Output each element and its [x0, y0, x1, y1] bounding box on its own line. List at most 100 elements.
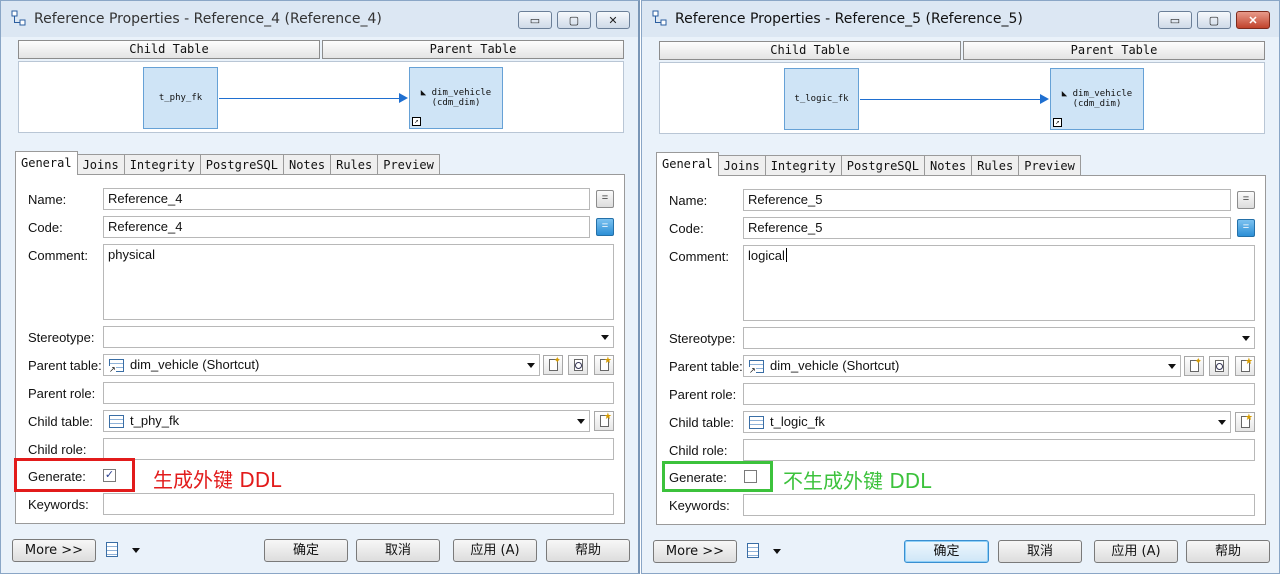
browse-parent-button[interactable] [1209, 356, 1229, 376]
parent-table-header[interactable]: Parent Table [963, 41, 1265, 60]
child-role-input[interactable] [103, 438, 614, 460]
parent-entity-box[interactable]: ◣ dim_vehicle (cdm_dim) ↗ [1050, 68, 1144, 130]
menu-dropdown-icon[interactable] [132, 548, 140, 553]
cancel-button[interactable]: 取消 [998, 540, 1082, 563]
tab-strip: General Joins Integrity PostgreSQL Notes… [15, 151, 440, 175]
child-table-header[interactable]: Child Table [659, 41, 961, 60]
parent-table-value: dim_vehicle (Shortcut) [130, 357, 260, 372]
keywords-input[interactable] [743, 494, 1255, 516]
stereotype-select[interactable] [743, 327, 1255, 349]
child-properties-button[interactable]: ★ [594, 411, 614, 431]
text-cursor [785, 248, 787, 262]
minimize-button[interactable]: ▭ [1158, 11, 1192, 29]
child-table-select[interactable]: t_logic_fk [743, 411, 1231, 433]
help-button[interactable]: 帮助 [546, 539, 630, 562]
tab-general[interactable]: General [15, 151, 78, 175]
title-bar[interactable]: Reference Properties - Reference_4 (Refe… [1, 1, 638, 37]
browse-parent-button[interactable] [568, 355, 588, 375]
stereotype-label: Stereotype: [28, 330, 95, 345]
equals-icon: = [601, 192, 609, 204]
close-button[interactable]: ✕ [1236, 11, 1270, 29]
code-input[interactable]: Reference_4 [103, 216, 590, 238]
star-icon: ★ [1244, 412, 1253, 422]
tab-preview[interactable]: Preview [1018, 155, 1081, 176]
apply-button[interactable]: 应用 (A) [1094, 540, 1178, 563]
tab-integrity[interactable]: Integrity [123, 154, 201, 175]
child-table-select[interactable]: t_phy_fk [103, 410, 590, 432]
parent-role-input[interactable] [103, 382, 614, 404]
minimize-button[interactable]: ▭ [518, 11, 552, 29]
close-button[interactable]: ✕ [596, 11, 630, 29]
tab-notes[interactable]: Notes [923, 155, 973, 176]
generate-checkbox[interactable] [744, 470, 757, 483]
ok-button[interactable]: 确定 [264, 539, 348, 562]
comment-textarea[interactable]: logical [743, 245, 1255, 321]
tab-rules[interactable]: Rules [330, 154, 379, 175]
parent-entity-name: dim_vehicle [1072, 89, 1133, 99]
table-list-icon[interactable] [104, 542, 122, 558]
child-role-input[interactable] [743, 439, 1255, 461]
tab-joins[interactable]: Joins [76, 154, 125, 175]
tab-preview[interactable]: Preview [377, 154, 440, 175]
tab-postgresql[interactable]: PostgreSQL [199, 154, 284, 175]
tab-rules[interactable]: Rules [971, 155, 1020, 176]
more-button[interactable]: More >> [12, 539, 96, 562]
reference-link [860, 99, 1040, 100]
reference-icon [652, 10, 667, 26]
tab-integrity[interactable]: Integrity [764, 155, 842, 176]
parent-table-select[interactable]: dim_vehicle (Shortcut) [103, 354, 540, 376]
table-shortcut-icon [109, 359, 124, 374]
parent-properties-button[interactable]: ★ [1235, 356, 1255, 376]
help-button[interactable]: 帮助 [1186, 540, 1270, 563]
maximize-button[interactable]: ▢ [1197, 11, 1231, 29]
child-entity-box[interactable]: t_logic_fk [784, 68, 859, 130]
generate-checkbox[interactable]: ✓ [103, 469, 116, 482]
stereotype-label: Stereotype: [669, 331, 736, 346]
table-icon [109, 415, 124, 428]
parent-entity-name: dim_vehicle [431, 88, 492, 98]
maximize-button[interactable]: ▢ [557, 11, 591, 29]
maximize-icon: ▢ [1208, 14, 1220, 27]
name-code-sync-button[interactable]: = [1237, 191, 1255, 209]
parent-properties-button[interactable]: ★ [594, 355, 614, 375]
keywords-input[interactable] [103, 493, 614, 515]
stereotype-select[interactable] [103, 326, 614, 348]
parent-table-header[interactable]: Parent Table [322, 40, 624, 59]
shortcut-arrow-icon: ↗ [1053, 118, 1062, 127]
reference-diagram: t_logic_fk ◣ dim_vehicle (cdm_dim) ↗ [659, 62, 1265, 134]
table-list-icon[interactable] [745, 543, 763, 559]
shortcut-arrow-icon: ↗ [412, 117, 421, 126]
name-code-sync-button[interactable]: = [596, 190, 614, 208]
tab-general[interactable]: General [656, 152, 719, 176]
comment-textarea[interactable]: physical [103, 244, 614, 320]
create-parent-button[interactable]: ✦ [543, 355, 563, 375]
parent-entity-owner: (cdm_dim) [1072, 99, 1122, 109]
create-parent-button[interactable]: ✦ [1184, 356, 1204, 376]
parent-table-select[interactable]: dim_vehicle (Shortcut) [743, 355, 1181, 377]
code-input[interactable]: Reference_5 [743, 217, 1231, 239]
equals-icon: = [1242, 221, 1250, 233]
name-input[interactable]: Reference_4 [103, 188, 590, 210]
generate-annotation: 生成外键 DDL [153, 468, 282, 492]
more-button[interactable]: More >> [653, 540, 737, 563]
code-sync-button[interactable]: = [1237, 219, 1255, 237]
parent-role-input[interactable] [743, 383, 1255, 405]
child-properties-button[interactable]: ★ [1235, 412, 1255, 432]
ok-button[interactable]: 确定 [904, 540, 989, 563]
tab-postgresql[interactable]: PostgreSQL [840, 155, 925, 176]
apply-button[interactable]: 应用 (A) [453, 539, 537, 562]
child-entity-box[interactable]: t_phy_fk [143, 67, 218, 129]
parent-entity-box[interactable]: ◣ dim_vehicle (cdm_dim) ↗ [409, 67, 503, 129]
menu-dropdown-icon[interactable] [773, 549, 781, 554]
tab-joins[interactable]: Joins [717, 155, 766, 176]
table-icon [749, 416, 764, 429]
name-input[interactable]: Reference_5 [743, 189, 1231, 211]
tab-notes[interactable]: Notes [282, 154, 332, 175]
chevron-down-icon [527, 363, 535, 368]
code-sync-button[interactable]: = [596, 218, 614, 236]
child-table-value: t_logic_fk [770, 414, 825, 429]
chevron-down-icon [601, 335, 609, 340]
cancel-button[interactable]: 取消 [356, 539, 440, 562]
child-table-header[interactable]: Child Table [18, 40, 320, 59]
title-bar[interactable]: Reference Properties - Reference_5 (Refe… [642, 1, 1279, 37]
